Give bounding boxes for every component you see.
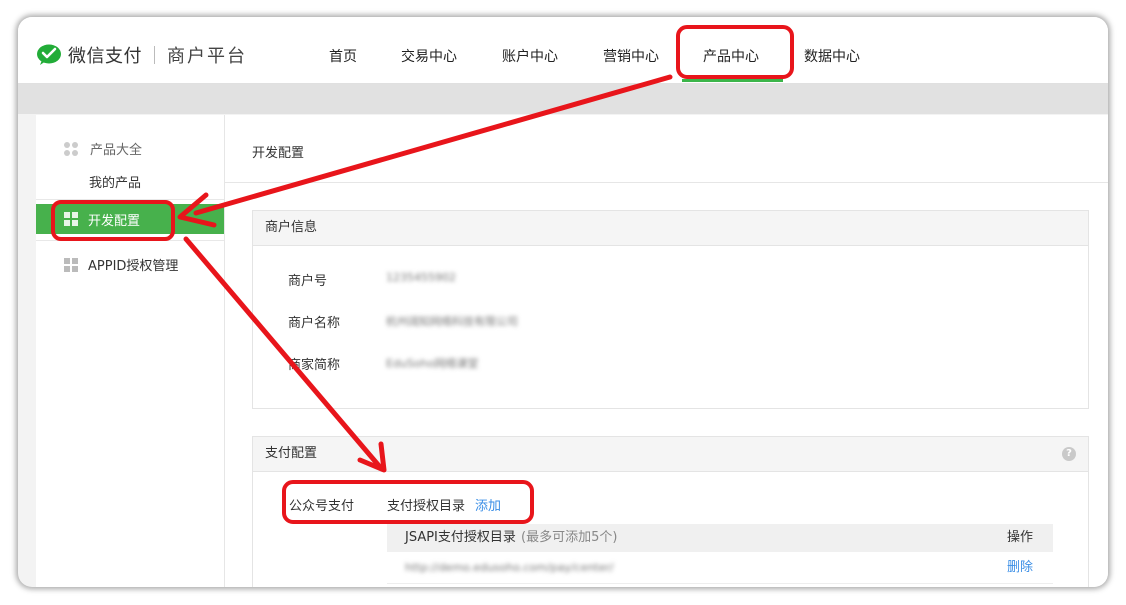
- app-window: 微信支付 商户平台 首页 交易中心 账户中心 营销中心 产品中心 数据中心 产品…: [18, 17, 1108, 587]
- highlight-box-pay-directory: [282, 480, 534, 524]
- arrow-to-dev-config: [193, 74, 673, 216]
- highlight-box-dev-config: [51, 200, 175, 241]
- arrow-to-pay-directory: [183, 236, 383, 470]
- annotation-overlay: [51, 25, 794, 524]
- highlight-box-product-center: [676, 25, 794, 79]
